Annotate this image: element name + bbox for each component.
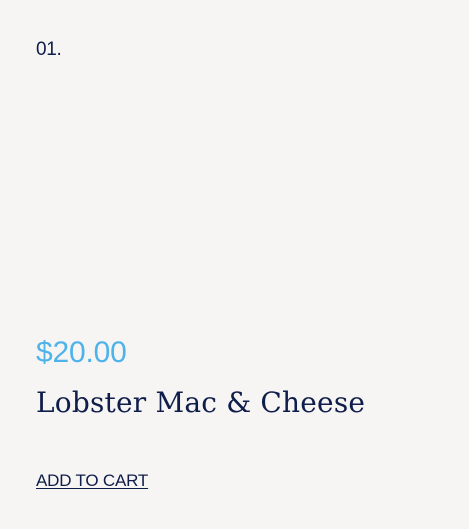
add-to-cart-link[interactable]: ADD TO CART xyxy=(36,470,148,492)
product-price: $20.00 xyxy=(36,336,127,369)
item-number: 01. xyxy=(36,39,62,60)
product-card: 01. $20.00 Lobster Mac & Cheese ADD TO C… xyxy=(0,0,469,529)
product-title: Lobster Mac & Cheese xyxy=(36,386,366,419)
